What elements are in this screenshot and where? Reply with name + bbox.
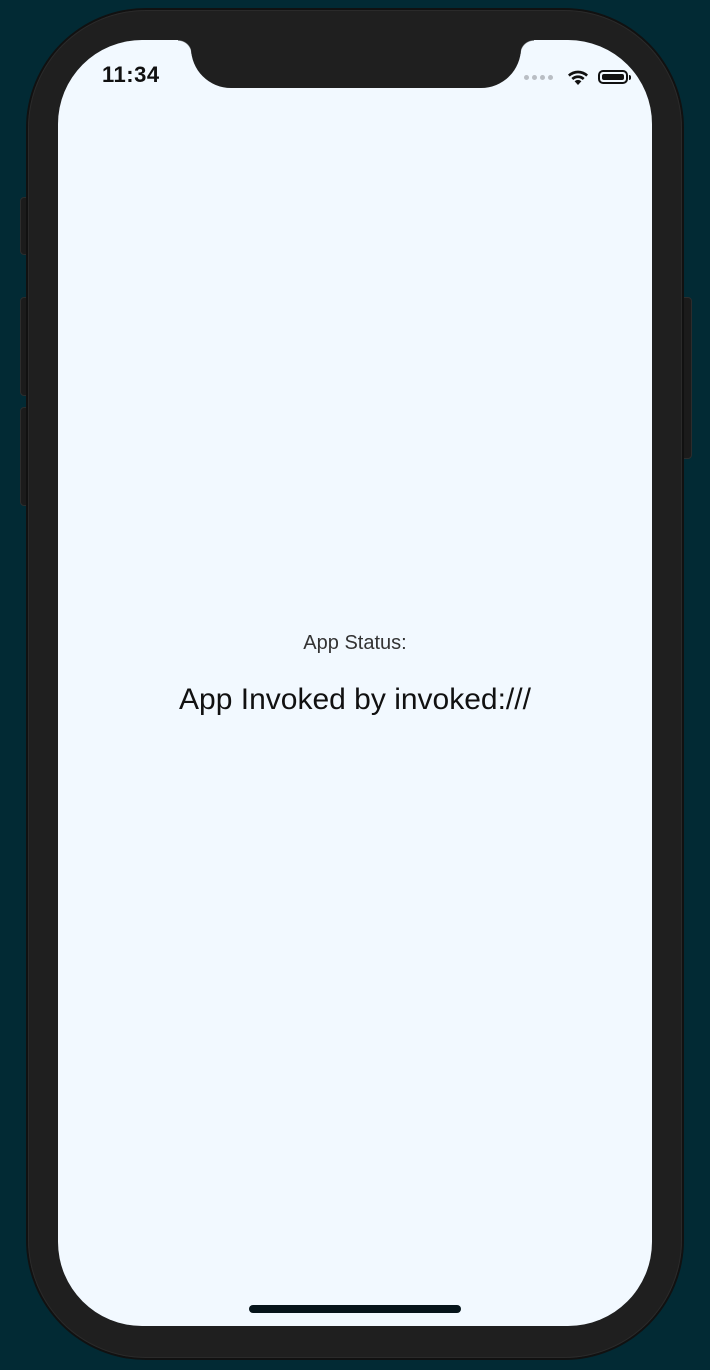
simulator-stage: 11:34 App Status: App Invoked by invoked… xyxy=(0,0,710,1370)
home-indicator[interactable] xyxy=(249,1305,461,1313)
app-status-message: App Invoked by invoked:/// xyxy=(179,683,531,716)
status-bar-time: 11:34 xyxy=(102,62,160,87)
wifi-icon xyxy=(568,70,588,85)
cellular-signal-icon xyxy=(524,74,556,80)
app-status-label: App Status: xyxy=(303,632,407,654)
app-screen: 11:34 App Status: App Invoked by invoked… xyxy=(58,40,652,1326)
device-notch xyxy=(178,40,534,88)
battery-icon xyxy=(598,70,631,84)
status-bar-icons xyxy=(524,66,631,88)
